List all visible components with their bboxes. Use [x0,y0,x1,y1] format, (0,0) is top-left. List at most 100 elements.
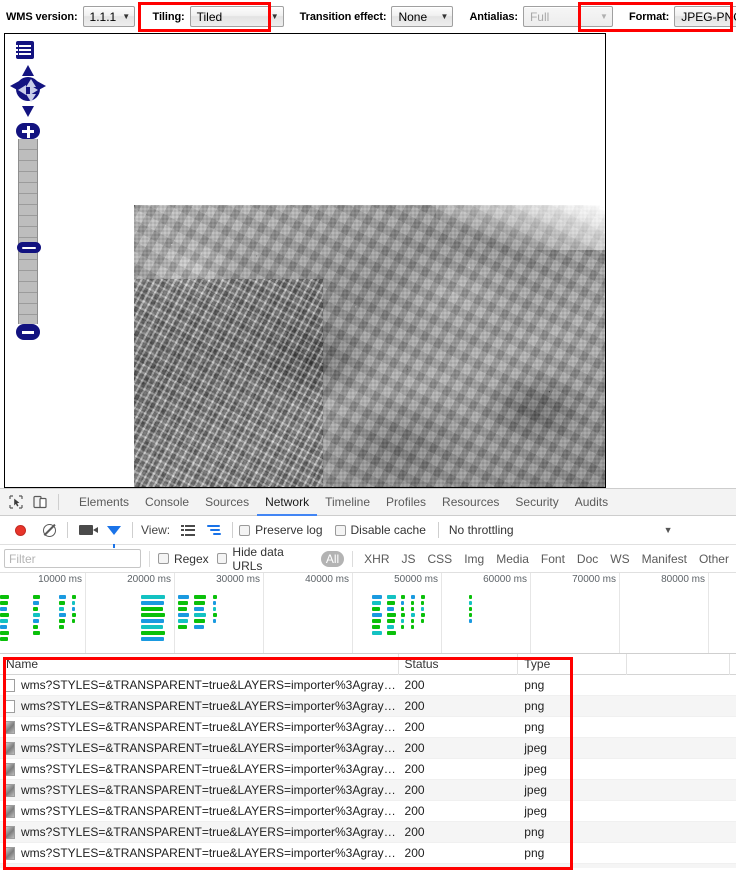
network-timeline-overview[interactable]: 10000 ms 20000 ms 30000 ms 40000 ms 5000… [0,573,736,654]
filter-chip-manifest[interactable]: Manifest [637,551,692,567]
table-row[interactable]: wms?STYLES=&TRANSPARENT=true&LAYERS=impo… [0,738,736,759]
filter-chip-font[interactable]: Font [536,551,570,567]
filter-input[interactable] [4,549,141,568]
wms-version-select[interactable]: 1.1.1 ▼ [82,6,135,27]
chevron-down-icon: ▼ [122,12,131,21]
filter-chip-css[interactable]: CSS [423,551,458,567]
zoom-slider-track[interactable] [17,139,41,324]
table-row[interactable]: wms?STYLES=&TRANSPARENT=true&LAYERS=impo… [0,759,736,780]
cell-status: 200 [404,698,425,713]
cell-blank [627,864,730,869]
timeline-bar [401,601,404,605]
network-request-table: Name Status Type Initiator wms?STYLES=&T… [0,654,736,868]
capture-screenshots-button[interactable] [74,518,98,542]
tab-security[interactable]: Security [507,489,566,516]
request-name: wms?STYLES=&TRANSPARENT=true&LAYERS=impo… [21,782,399,797]
timeline-bar [372,595,382,599]
imagery-haze [436,205,605,251]
tab-profiles[interactable]: Profiles [378,489,434,516]
timeline-tick: 80000 ms [661,574,705,585]
column-header-blank[interactable] [627,654,730,675]
tab-audits[interactable]: Audits [567,489,616,516]
filter-chip-img[interactable]: Img [459,551,489,567]
table-row[interactable]: wms?STYLES=&TRANSPARENT=true&LAYERS=impo… [0,822,736,843]
map-viewport[interactable] [4,33,606,488]
format-select[interactable]: JPEG-PNG ▼ [674,6,736,27]
disable-cache-checkbox[interactable]: Disable cache [334,523,438,537]
timeline-bar [213,613,217,617]
antialias-label: Antialias: [469,10,518,23]
request-name: wms?STYLES=&TRANSPARENT=true&LAYERS=impo… [21,803,399,818]
toolbar-divider [232,522,234,538]
timeline-bar [0,601,8,605]
arrow-down-icon[interactable] [22,106,34,117]
toolbar-divider [67,522,68,538]
column-header-initiator[interactable]: Initiator [730,654,736,675]
inspect-element-icon[interactable] [4,490,28,514]
cell-blank [627,780,730,801]
zoom-in-button[interactable] [16,123,40,139]
filter-chip-other[interactable]: Other [694,551,734,567]
cell-type: png [518,864,627,869]
cell-name: wms?STYLES=&TRANSPARENT=true&LAYERS=impo… [0,801,399,822]
preserve-log-checkbox[interactable]: Preserve log [239,523,334,537]
table-row[interactable]: wms?STYLES=&TRANSPARENT=true&LAYERS=impo… [0,801,736,822]
column-header-status[interactable]: Status [399,654,519,675]
tab-console[interactable]: Console [137,489,197,516]
filter-chip-xhr[interactable]: XHR [359,551,394,567]
record-button[interactable] [8,518,32,542]
timeline-bar [401,607,404,611]
format-label: Format: [628,10,670,23]
clear-button[interactable] [37,518,61,542]
funnel-icon [107,525,121,548]
table-header-row: Name Status Type Initiator [0,654,736,675]
timeline-bar [387,595,396,599]
request-thumbnail-icon [4,867,15,868]
tab-elements[interactable]: Elements [71,489,137,516]
table-row[interactable]: wms?STYLES=&TRANSPARENT=true&LAYERS=impo… [0,696,736,717]
zoom-out-button[interactable] [16,324,40,340]
cell-type: png [524,824,545,839]
tab-sources[interactable]: Sources [197,489,257,516]
map-area [0,33,736,488]
timeline-bar [421,595,425,599]
request-thumbnail-icon [4,846,15,860]
table-row[interactable]: wms?STYLES=&TRANSPARENT=true&LAYERS=impo… [0,864,736,868]
column-header-name[interactable]: Name [0,654,399,675]
filter-chip-doc[interactable]: Doc [572,551,603,567]
view-label: View: [141,523,171,537]
cell-type: jpeg [524,761,547,776]
filter-chip-ws[interactable]: WS [605,551,634,567]
hide-data-urls-checkbox[interactable]: Hide data URLs [216,545,321,573]
chevron-down-icon[interactable]: ▼ [664,525,673,535]
transition-effect-select[interactable]: None ▼ [391,6,454,27]
table-row[interactable]: wms?STYLES=&TRANSPARENT=true&LAYERS=impo… [0,843,736,864]
tiling-select[interactable]: Tiled ▼ [189,6,284,27]
list-view-button[interactable] [176,518,200,542]
tab-resources[interactable]: Resources [434,489,507,516]
column-header-type[interactable]: Type [518,654,628,675]
filter-toggle-button[interactable] [102,518,126,548]
tab-timeline[interactable]: Timeline [317,489,378,516]
cell-blank [627,717,730,738]
tiling-label: Tiling: [152,10,185,23]
throttling-select[interactable]: No throttling [449,523,514,537]
filter-chip-js[interactable]: JS [397,551,421,567]
antialias-select[interactable]: Full ▼ [522,6,613,27]
zoom-slider-handle[interactable] [17,242,41,253]
layers-icon[interactable] [16,41,34,59]
timeline-bar [372,601,381,605]
tab-network[interactable]: Network [257,489,317,516]
table-row[interactable]: wms?STYLES=&TRANSPARENT=true&LAYERS=impo… [0,780,736,801]
tiling-group: Tiling: Tiled ▼ [153,6,284,27]
timeline-bar [0,637,8,641]
regex-checkbox[interactable]: Regex [157,552,217,566]
filter-chip-all[interactable]: All [320,550,345,567]
table-row[interactable]: wms?STYLES=&TRANSPARENT=true&LAYERS=impo… [0,717,736,738]
device-toolbar-icon[interactable] [28,490,52,514]
arrow-up-icon[interactable] [22,65,34,76]
waterfall-view-button[interactable] [202,518,226,542]
filter-chip-media[interactable]: Media [491,551,534,567]
timeline-bar [0,625,7,629]
table-row[interactable]: wms?STYLES=&TRANSPARENT=true&LAYERS=impo… [0,675,736,696]
